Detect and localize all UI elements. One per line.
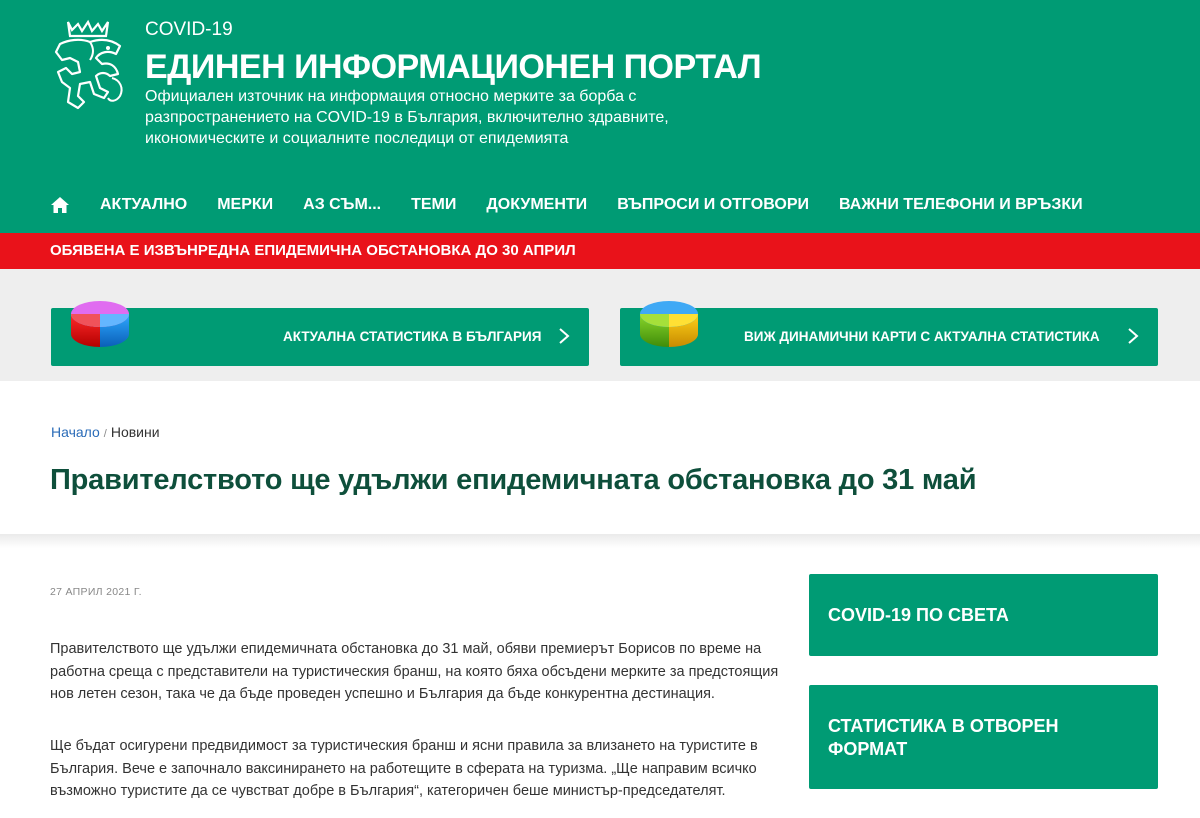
section-divider [0,534,1200,548]
main-nav: АКТУАЛНО МЕРКИ АЗ СЪМ... ТЕМИ ДОКУМЕНТИ … [50,194,1113,216]
article-date: 27 АПРИЛ 2021 Г. [50,586,142,598]
breadcrumb-home-link[interactable]: Начало [51,424,100,440]
dynamic-maps-label: ВИЖ ДИНАМИЧНИ КАРТИ С АКТУАЛНА СТАТИСТИК… [744,329,1100,344]
emergency-alert-bar: ОБЯВЕНА Е ИЗВЪНРЕДНА ЕПИДЕМИЧНА ОБСТАНОВ… [0,233,1200,269]
nav-item-aktualno[interactable]: АКТУАЛНО [100,196,187,214]
lion-coat-of-arms-icon[interactable] [50,18,130,114]
article-paragraph: Ще бъдат осигурени предвидимост за турис… [50,738,758,799]
chevron-right-icon [1128,328,1139,344]
open-data-statistics-card[interactable]: СТАТИСТИКА В ОТВОРЕН ФОРМАТ [809,685,1158,789]
portal-title[interactable]: ЕДИНЕН ИНФОРМАЦИОНЕН ПОРТАЛ [145,48,762,87]
nav-item-temi[interactable]: ТЕМИ [411,196,456,214]
chevron-right-icon [559,328,570,344]
stats-band: АКТУАЛНА СТАТИСТИКА В БЪЛГАРИЯ ВИЖ ДИНАМ… [0,269,1200,381]
breadcrumb: Начало / Новини [51,424,160,440]
alert-text[interactable]: ОБЯВЕНА Е ИЗВЪНРЕДНА ЕПИДЕМИЧНА ОБСТАНОВ… [50,242,576,259]
nav-item-az-sum[interactable]: АЗ СЪМ... [303,196,381,214]
nav-item-dokumenti[interactable]: ДОКУМЕНТИ [486,196,587,214]
covid-world-label: COVID-19 ПО СВЕТА [828,605,1009,625]
nav-item-telefoni[interactable]: ВАЖНИ ТЕЛЕФОНИ И ВРЪЗКИ [839,196,1083,214]
home-icon[interactable] [50,195,70,215]
breadcrumb-separator: / [103,428,107,440]
bulgaria-statistics-button[interactable]: АКТУАЛНА СТАТИСТИКА В БЪЛГАРИЯ [51,301,589,366]
pie-chart-icon [640,301,698,347]
covid-label: COVID-19 [145,19,233,40]
nav-item-vaprosi[interactable]: ВЪПРОСИ И ОТГОВОРИ [617,196,809,214]
open-data-statistics-label: СТАТИСТИКА В ОТВОРЕН ФОРМАТ [828,716,1059,759]
breadcrumb-current: Новини [110,424,160,440]
nav-item-merki[interactable]: МЕРКИ [217,196,273,214]
page-title: Правителството ще удължи епидемичната об… [50,464,977,496]
site-header: COVID-19 ЕДИНЕН ИНФОРМАЦИОНЕН ПОРТАЛ Офи… [0,0,1200,233]
bulgaria-statistics-label: АКТУАЛНА СТАТИСТИКА В БЪЛГАРИЯ [283,329,542,344]
portal-description: Официален източник на информация относно… [145,88,669,147]
pie-chart-icon [71,301,129,347]
article-paragraph: Правителството ще удължи епидемичната об… [50,641,779,702]
dynamic-maps-button[interactable]: ВИЖ ДИНАМИЧНИ КАРТИ С АКТУАЛНА СТАТИСТИК… [620,301,1158,366]
covid-world-card[interactable]: COVID-19 ПО СВЕТА [809,574,1158,656]
